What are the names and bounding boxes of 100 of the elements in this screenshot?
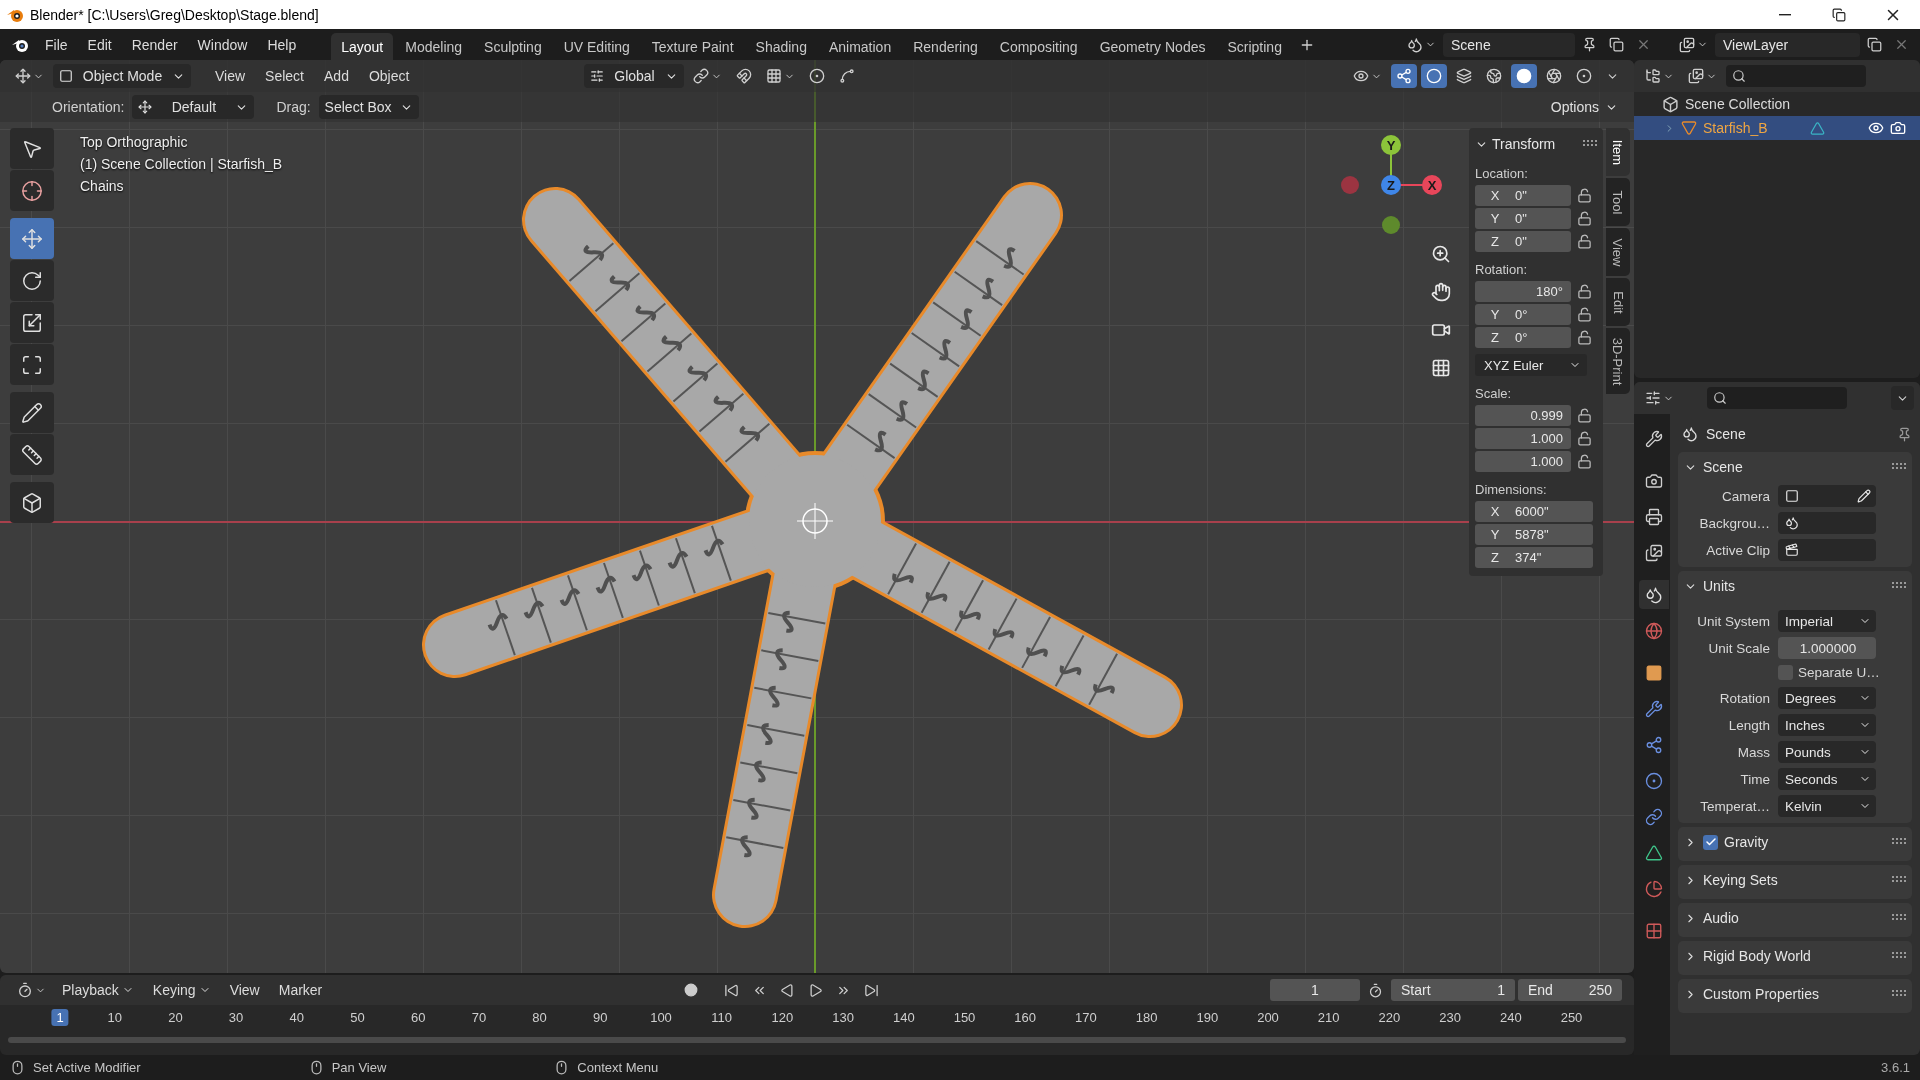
panel-title[interactable]: Units	[1703, 578, 1886, 594]
scene-name-field[interactable]: Scene	[1443, 32, 1575, 57]
menu-item[interactable]: View	[207, 65, 254, 87]
frame-number: 220	[1377, 1009, 1402, 1026]
frame-number: 80	[531, 1009, 548, 1026]
sidebar-tab[interactable]: 3D-Print	[1606, 328, 1630, 394]
group-label: Scale:	[1475, 386, 1513, 401]
workspace-tab[interactable]: Compositing	[989, 33, 1088, 60]
workspace-tab[interactable]: Geometry Nodes	[1089, 33, 1216, 60]
menu-item[interactable]: Keying	[144, 979, 219, 1001]
number-field[interactable]: X 6000"	[1475, 501, 1593, 522]
field-label: Temperat…	[1699, 798, 1770, 814]
number-field[interactable]: Y 5878"	[1475, 524, 1593, 545]
frame-number: 10	[106, 1009, 123, 1026]
number-field[interactable]: 1.000	[1475, 428, 1571, 449]
number-field[interactable]: Z 0"	[1475, 231, 1571, 252]
orientation-dropdown[interactable]: Default	[132, 95, 255, 119]
workspace-tab[interactable]: Texture Paint	[641, 33, 744, 60]
orientation-dropdown[interactable]: Global	[584, 64, 684, 88]
sidebar-tab[interactable]: View	[1606, 228, 1630, 276]
frame-number: 90	[592, 1009, 609, 1026]
frame-number: 160	[1013, 1009, 1038, 1026]
panel-title[interactable]: Keying Sets	[1703, 872, 1886, 888]
frame-number: 130	[831, 1009, 855, 1026]
group-label: Dimensions:	[1475, 482, 1548, 497]
axis-label: Y	[1386, 138, 1396, 153]
frame-number: 120	[770, 1009, 795, 1026]
rotation-mode-dropdown[interactable]: XYZ Euler	[1475, 354, 1587, 376]
panel-title[interactable]: Gravity	[1724, 834, 1886, 850]
menu-item[interactable]: Marker	[270, 979, 331, 1001]
dropdown[interactable]: Imperial	[1778, 610, 1876, 632]
view-layer-name-field[interactable]: ViewLayer	[1715, 32, 1860, 57]
checkbox-label: Separate U…	[1798, 664, 1881, 680]
frame-number: 20	[167, 1009, 184, 1026]
field-label: Backgrou…	[1698, 515, 1770, 531]
sidebar-tab[interactable]: Tool	[1606, 178, 1630, 226]
panel-title[interactable]: Scene	[1703, 459, 1886, 475]
workspace-tab[interactable]: Shading	[745, 33, 817, 60]
panel-title[interactable]: Rigid Body World	[1703, 948, 1886, 964]
workspace-tab[interactable]: Scripting	[1217, 33, 1292, 60]
menu-item[interactable]: Object	[360, 65, 418, 87]
frame-number: 40	[288, 1009, 306, 1026]
viewport-info-text: Top Orthographic	[80, 134, 189, 150]
number-field[interactable]: 1.000000	[1778, 637, 1876, 659]
frame-number: 70	[470, 1009, 488, 1026]
frame-number: 110	[710, 1009, 734, 1026]
number-field[interactable]: Y 0"	[1475, 208, 1571, 229]
panel-title[interactable]: Custom Properties	[1703, 986, 1886, 1002]
dropdown[interactable]: Inches	[1778, 714, 1876, 736]
drag-dropdown[interactable]: Select Box	[318, 95, 419, 119]
workspace-tab[interactable]: Animation	[818, 33, 902, 60]
field-label: Camera	[1721, 488, 1770, 504]
number-field[interactable]: Z 0°	[1475, 327, 1571, 348]
menu-item[interactable]: Help	[258, 32, 306, 57]
group-label: Location:	[1475, 166, 1529, 181]
number-field[interactable]: 1.000	[1475, 451, 1571, 472]
frame-number: 180	[1134, 1009, 1159, 1026]
sidebar-tab[interactable]: Edit	[1606, 278, 1630, 326]
current-frame-field[interactable]: 1	[1270, 979, 1360, 1001]
frame-number: 1	[51, 1009, 69, 1026]
dropdown[interactable]: Kelvin	[1778, 795, 1876, 817]
axis-label: X	[1427, 178, 1437, 193]
number-field[interactable]: Z 374"	[1475, 547, 1593, 568]
number-field[interactable]: Y 0°	[1475, 304, 1571, 325]
dropdown[interactable]: Degrees	[1778, 687, 1876, 709]
panel-title[interactable]: Audio	[1703, 910, 1886, 926]
context-title: Scene	[1706, 426, 1747, 442]
tree-item[interactable]: Scene Collection	[1685, 96, 1791, 112]
workspace-tab[interactable]: UV Editing	[553, 33, 640, 60]
dropdown[interactable]: Seconds	[1778, 768, 1876, 790]
workspace-tab[interactable]: Sculpting	[474, 33, 552, 60]
status-hint: Set Active Modifier	[33, 1060, 141, 1075]
end-frame-field[interactable]: End 250	[1518, 979, 1622, 1001]
options-dropdown[interactable]: Options	[1544, 95, 1624, 119]
number-field[interactable]: 180°	[1475, 281, 1571, 302]
menu-item[interactable]: Select	[257, 65, 312, 87]
menu-item[interactable]: Window	[188, 32, 257, 57]
mode-dropdown[interactable]: Object Mode	[53, 64, 191, 88]
workspace-tab[interactable]: Layout	[331, 33, 394, 60]
menu-item[interactable]: Playback	[54, 979, 142, 1001]
menu-item[interactable]: Edit	[78, 32, 121, 57]
menu-item[interactable]: Render	[122, 32, 187, 57]
tree-row[interactable]: Starfish_B	[1634, 116, 1920, 140]
number-field[interactable]: 0.999	[1475, 405, 1571, 426]
frame-number: 50	[349, 1009, 366, 1026]
menu-item[interactable]: File	[36, 32, 77, 57]
field-label: Active Clip	[1705, 542, 1770, 558]
menu-item[interactable]: View	[221, 979, 268, 1001]
dropdown[interactable]: Pounds	[1778, 741, 1876, 763]
viewport-info-text: Chains	[80, 178, 125, 194]
start-frame-field[interactable]: Start 1	[1391, 979, 1515, 1001]
workspace-tab[interactable]: Rendering	[903, 33, 988, 60]
sidebar-tab[interactable]: Item	[1606, 128, 1630, 176]
workspace-tab[interactable]: Modeling	[395, 33, 473, 60]
field-label: Rotation	[1718, 690, 1770, 706]
menu-item[interactable]: Add	[316, 65, 357, 87]
field-label: Mass	[1736, 744, 1770, 760]
group-label: Rotation:	[1475, 262, 1529, 277]
status-hint: Context Menu	[577, 1060, 659, 1075]
number-field[interactable]: X 0"	[1475, 185, 1571, 206]
